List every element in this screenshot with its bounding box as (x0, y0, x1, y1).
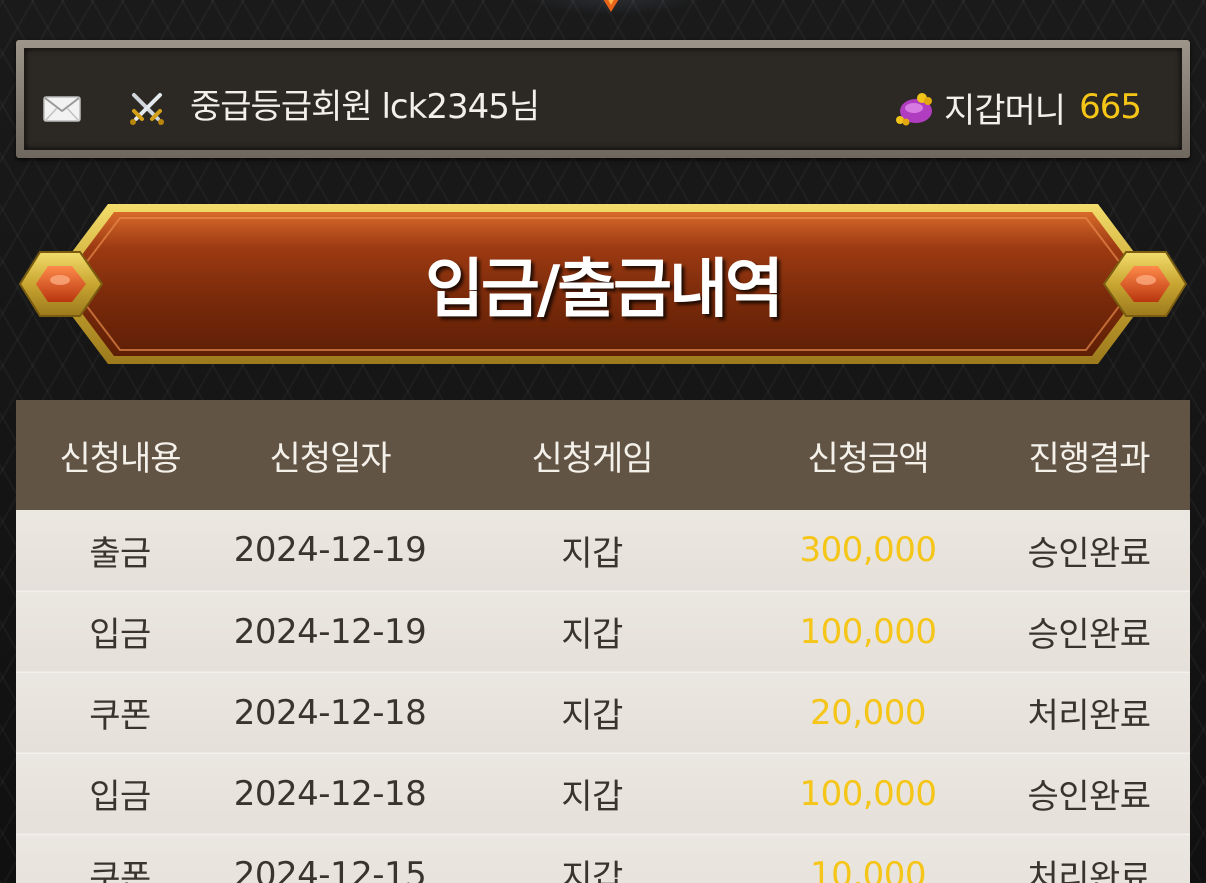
cell-amount: 100,000 (799, 773, 937, 814)
cell-status: 승인완료 (1027, 777, 1151, 817)
wallet-balance: 지갑머니 665 (892, 81, 1142, 133)
crossed-swords-icon (130, 93, 164, 125)
page-title-banner: 입금/출금내역 (16, 200, 1190, 368)
column-header-status: 진행결과 (1028, 438, 1150, 479)
wallet-label: 지갑머니 (943, 90, 1066, 131)
cell-game: 지갑 (561, 696, 623, 736)
cell-status: 승인완료 (1027, 615, 1151, 655)
user-info-panel: 중급등급회원 lck2345님 지갑머니 665 (24, 48, 1182, 150)
cell-type: 쿠폰 (89, 858, 151, 883)
cell-amount: 300,000 (799, 530, 937, 571)
page-title: 입금/출금내역 (425, 253, 784, 327)
mail-icon[interactable] (43, 95, 81, 123)
cell-date: 2024-12-18 (233, 773, 427, 814)
cell-game: 지갑 (561, 858, 623, 883)
table-row[interactable]: 쿠폰 2024-12-15 지갑 10,000 처리완료 (16, 834, 1190, 883)
cell-amount: 100,000 (799, 611, 937, 652)
cell-amount: 10,000 (810, 854, 926, 883)
cell-date: 2024-12-18 (233, 692, 427, 733)
cell-amount: 20,000 (810, 692, 926, 733)
transaction-history-table: 신청내용 신청일자 신청게임 신청금액 진행결과 출금 2024-12-19 지… (16, 400, 1190, 883)
cell-date: 2024-12-19 (233, 611, 427, 652)
cell-date: 2024-12-19 (233, 530, 427, 571)
table-row[interactable]: 쿠폰 2024-12-18 지갑 20,000 처리완료 (16, 672, 1190, 753)
cell-type: 쿠폰 (89, 696, 151, 736)
cell-type: 입금 (89, 777, 151, 817)
top-gem-icon (603, 0, 619, 12)
column-header-amount: 신청금액 (807, 438, 929, 479)
cell-status: 처리완료 (1027, 696, 1151, 736)
table-row[interactable]: 입금 2024-12-18 지갑 100,000 승인완료 (16, 753, 1190, 834)
column-header-type: 신청내용 (59, 438, 181, 479)
cell-game: 지갑 (561, 777, 623, 817)
cell-type: 출금 (89, 533, 151, 574)
cell-status: 승인완료 (1027, 533, 1151, 574)
column-header-game: 신청게임 (531, 438, 653, 479)
user-info-bar: 중급등급회원 lck2345님 지갑머니 665 (16, 40, 1190, 158)
column-header-date: 신청일자 (269, 438, 391, 479)
table-row[interactable]: 출금 2024-12-19 지갑 300,000 승인완료 (16, 510, 1190, 591)
cell-game: 지갑 (561, 533, 623, 574)
table-row[interactable]: 입금 2024-12-19 지갑 100,000 승인완료 (16, 591, 1190, 672)
cell-status: 처리완료 (1027, 858, 1151, 883)
cell-type: 입금 (89, 615, 151, 655)
cell-date: 2024-12-15 (233, 854, 427, 883)
wallet-amount: 665 (1079, 87, 1142, 127)
table-header-row: 신청내용 신청일자 신청게임 신청금액 진행결과 (16, 400, 1190, 510)
cell-game: 지갑 (561, 615, 623, 655)
money-pouch-icon (895, 93, 932, 126)
member-grade-text: 중급등급회원 lck2345님 (190, 87, 540, 127)
